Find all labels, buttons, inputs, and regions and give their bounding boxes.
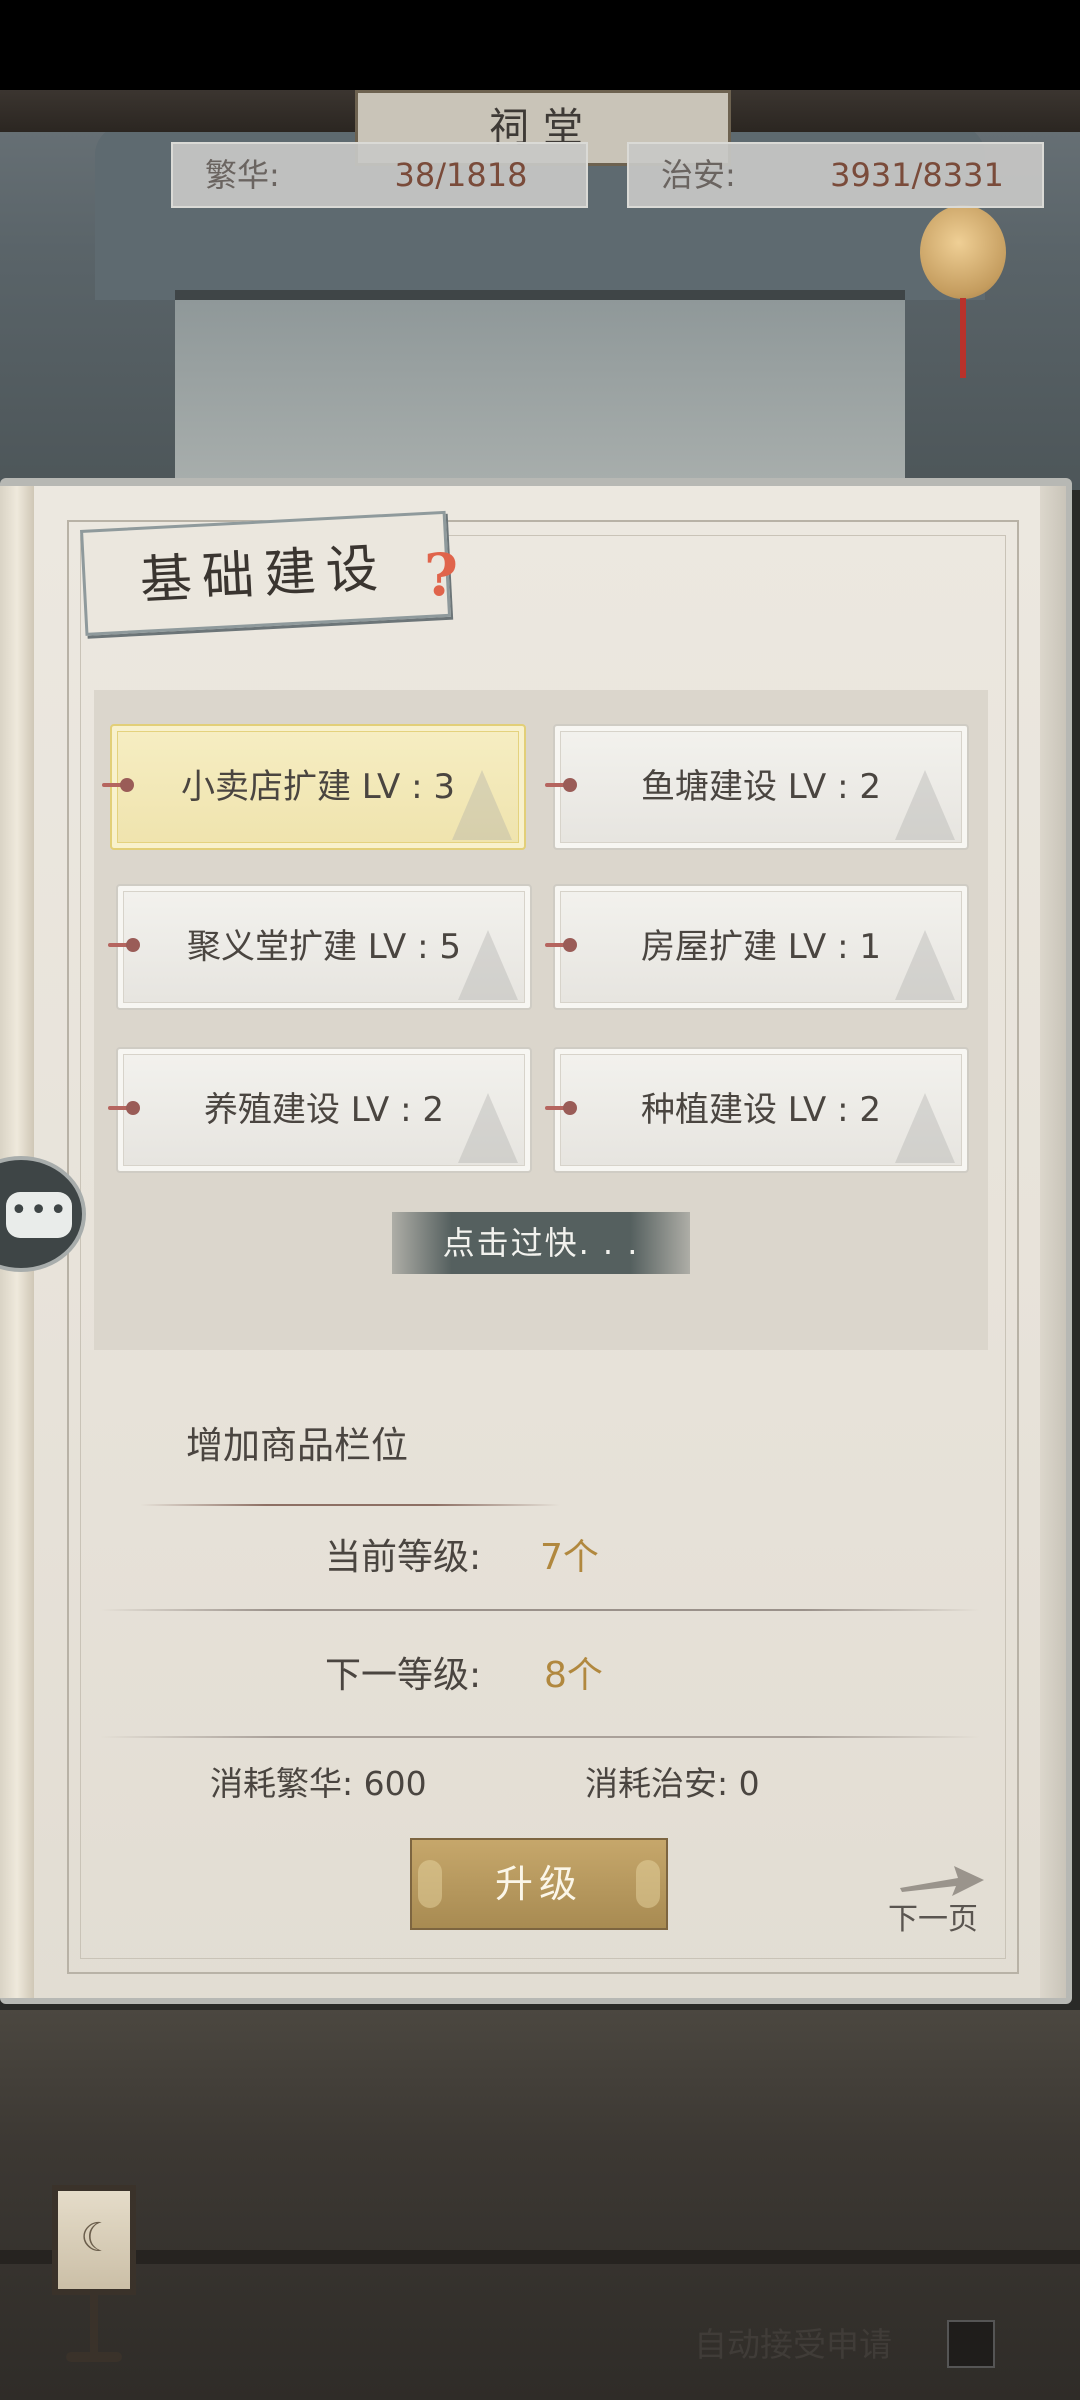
pin-icon <box>545 778 577 792</box>
tile-label: 房屋扩建 LV : 1 <box>641 927 881 967</box>
cost-prosperity: 消耗繁华: 600 <box>210 1764 427 1803</box>
tile-label: 小卖店扩建 LV : 3 <box>181 767 455 807</box>
question-mark-icon[interactable]: ? <box>424 545 464 605</box>
next-level-label: 下一等级: <box>325 1655 482 1696</box>
pin-icon <box>108 1101 140 1115</box>
moon-icon: ☾ <box>80 2215 116 2261</box>
cost-security: 消耗治安: 0 <box>585 1764 760 1803</box>
hall-scroll-painting <box>175 290 905 500</box>
current-level-label: 当前等级: <box>325 1537 482 1578</box>
prosperity-value: 38/1818 <box>394 156 528 194</box>
detail-title: 增加商品栏位 <box>186 1424 408 1467</box>
book-page-edge <box>1040 486 1066 1998</box>
security-stat: 治安: 3931/8331 <box>627 142 1044 208</box>
pin-icon <box>545 938 577 952</box>
pin-icon <box>102 778 134 792</box>
mountain-decoration-icon <box>458 930 518 1000</box>
tile-label: 聚义堂扩建 LV : 5 <box>187 927 461 967</box>
tile-label: 养殖建设 LV : 2 <box>204 1090 444 1130</box>
floor-stripe <box>0 2250 1080 2264</box>
mountain-decoration-icon <box>895 1093 955 1163</box>
mountain-decoration-icon <box>458 1093 518 1163</box>
lantern-icon <box>920 205 1006 299</box>
divider <box>140 1504 560 1506</box>
auto-accept-label: 自动接受申请 <box>694 2325 892 2364</box>
next-page-arrow-icon[interactable] <box>896 1862 986 1902</box>
mountain-decoration-icon <box>895 930 955 1000</box>
lantern-tassel <box>960 298 966 378</box>
upgrade-button[interactable]: 升级 <box>410 1838 668 1930</box>
divider <box>100 1609 980 1611</box>
lantern-base <box>66 2352 122 2362</box>
security-label: 治安: <box>661 156 736 194</box>
tile-planting[interactable]: 种植建设 LV : 2 <box>545 1047 969 1173</box>
tile-shop-expansion[interactable]: 小卖店扩建 LV : 3 <box>102 724 526 850</box>
prosperity-stat: 繁华: 38/1818 <box>171 142 588 208</box>
tile-label: 种植建设 LV : 2 <box>641 1090 881 1130</box>
security-value: 3931/8331 <box>830 156 1004 194</box>
next-page-label[interactable]: 下一页 <box>888 1900 978 1940</box>
mountain-decoration-icon <box>895 770 955 840</box>
pin-icon <box>108 938 140 952</box>
chat-dots-icon: ••• <box>10 1193 70 1228</box>
pin-icon <box>545 1101 577 1115</box>
tile-hall-expansion[interactable]: 聚义堂扩建 LV : 5 <box>108 884 532 1010</box>
auto-accept-checkbox[interactable] <box>947 2320 995 2368</box>
lantern-stand <box>90 2295 98 2355</box>
divider <box>100 1736 980 1738</box>
top-black-bar <box>0 0 1080 90</box>
floor <box>0 2010 1080 2400</box>
panel-title: 基础建设 <box>138 538 390 612</box>
tile-label: 鱼塘建设 LV : 2 <box>641 767 881 807</box>
current-level-value: 7个 <box>540 1537 599 1578</box>
prosperity-label: 繁华: <box>205 156 280 194</box>
mountain-decoration-icon <box>452 770 512 840</box>
toast-message: 点击过快. . . <box>392 1212 690 1274</box>
tile-house-expansion[interactable]: 房屋扩建 LV : 1 <box>545 884 969 1010</box>
tile-fishpond[interactable]: 鱼塘建设 LV : 2 <box>545 724 969 850</box>
tile-breeding[interactable]: 养殖建设 LV : 2 <box>108 1047 532 1173</box>
next-level-value: 8个 <box>544 1655 603 1696</box>
